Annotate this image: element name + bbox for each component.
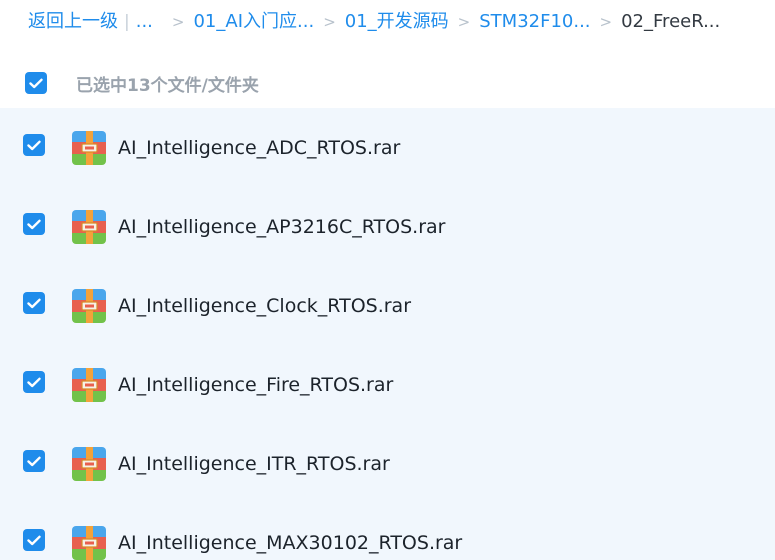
- selection-header: 已选中13个文件/文件夹: [0, 60, 775, 106]
- checkmark-icon: [27, 298, 41, 308]
- checkmark-icon: [27, 140, 41, 150]
- breadcrumb-item-source-code[interactable]: 01_开发源码: [345, 8, 449, 36]
- file-checkbox[interactable]: [23, 292, 45, 314]
- file-checkbox[interactable]: [23, 134, 45, 156]
- breadcrumb-item-stm32[interactable]: STM32F10...: [479, 8, 590, 36]
- file-name[interactable]: AI_Intelligence_Fire_RTOS.rar: [118, 371, 393, 399]
- checkmark-icon: [27, 535, 41, 545]
- breadcrumb-item-ai-intro[interactable]: 01_AI入门应...: [193, 8, 314, 36]
- checkmark-icon: [29, 78, 43, 88]
- file-name[interactable]: AI_Intelligence_MAX30102_RTOS.rar: [118, 529, 462, 557]
- checkmark-icon: [27, 456, 41, 466]
- rar-archive-icon: [72, 368, 106, 402]
- file-browser-page: 返回上一级 | ... > 01_AI入门应... > 01_开发源码 > ST…: [0, 0, 775, 560]
- back-to-parent-link[interactable]: 返回上一级: [28, 8, 118, 36]
- file-name[interactable]: AI_Intelligence_ITR_RTOS.rar: [118, 450, 390, 478]
- breadcrumb: 返回上一级 | ... > 01_AI入门应... > 01_开发源码 > ST…: [28, 8, 720, 36]
- selection-count-label: 已选中13个文件/文件夹: [76, 75, 259, 96]
- file-list: AI_Intelligence_ADC_RTOS.rar AI_Intellig…: [0, 108, 775, 560]
- file-row[interactable]: AI_Intelligence_ITR_RTOS.rar: [0, 424, 775, 503]
- file-row[interactable]: AI_Intelligence_AP3216C_RTOS.rar: [0, 187, 775, 266]
- select-all-checkbox[interactable]: [25, 72, 47, 94]
- breadcrumb-current-folder: 02_FreeR...: [621, 11, 721, 32]
- rar-archive-icon: [72, 526, 106, 560]
- rar-archive-icon: [72, 210, 106, 244]
- chevron-right-icon: >: [599, 13, 613, 31]
- breadcrumb-collapsed-link[interactable]: ...: [136, 8, 153, 36]
- file-name[interactable]: AI_Intelligence_ADC_RTOS.rar: [118, 134, 400, 162]
- chevron-right-icon: >: [457, 13, 471, 31]
- file-row[interactable]: AI_Intelligence_Clock_RTOS.rar: [0, 266, 775, 345]
- checkmark-icon: [27, 219, 41, 229]
- file-checkbox[interactable]: [23, 450, 45, 472]
- file-checkbox[interactable]: [23, 371, 45, 393]
- file-checkbox[interactable]: [23, 213, 45, 235]
- rar-archive-icon: [72, 131, 106, 165]
- breadcrumb-divider: |: [124, 12, 130, 32]
- chevron-right-icon: >: [323, 13, 336, 31]
- checkmark-icon: [27, 377, 41, 387]
- chevron-right-icon: >: [171, 13, 185, 31]
- file-checkbox[interactable]: [23, 529, 45, 551]
- file-row[interactable]: AI_Intelligence_Fire_RTOS.rar: [0, 345, 775, 424]
- file-name[interactable]: AI_Intelligence_AP3216C_RTOS.rar: [118, 213, 445, 241]
- file-row[interactable]: AI_Intelligence_MAX30102_RTOS.rar: [0, 503, 775, 560]
- rar-archive-icon: [72, 289, 106, 323]
- rar-archive-icon: [72, 447, 106, 481]
- file-name[interactable]: AI_Intelligence_Clock_RTOS.rar: [118, 292, 411, 320]
- file-row[interactable]: AI_Intelligence_ADC_RTOS.rar: [0, 108, 775, 187]
